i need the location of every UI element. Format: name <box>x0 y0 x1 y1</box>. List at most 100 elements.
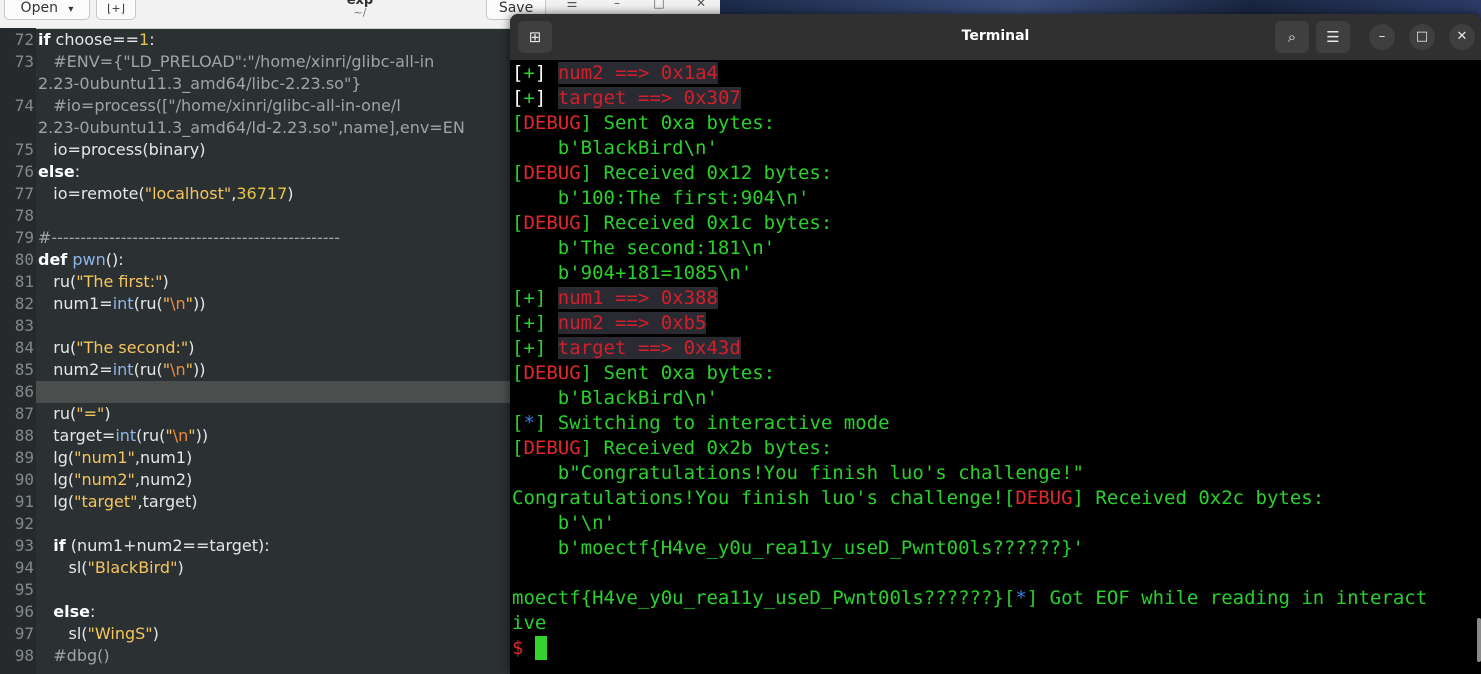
code-line: num1=int(ru("\n")) <box>38 294 206 313</box>
code-line: if (num1+num2==target): <box>53 536 270 555</box>
code-line: lg("target",target) <box>38 492 198 511</box>
editor-subtitle: ~/ <box>353 6 367 19</box>
code-line: #ENV={"LD_PRELOAD":"/home/xinri/glibc-al… <box>53 52 435 71</box>
line-number: 82 <box>14 294 34 313</box>
close-button[interactable]: ✕ <box>1449 24 1475 50</box>
terminal-line: b'moectf{H4ve_y0u_rea11y_useD_Pwnt00ls??… <box>512 537 1084 559</box>
line-number: 81 <box>14 272 34 291</box>
terminal-line: b'BlackBird\n' <box>512 137 718 159</box>
code-line: 2.23-0ubuntu11.3_amd64/ld-2.23.so",name]… <box>38 118 465 137</box>
terminal-line: ive <box>512 612 547 634</box>
line-number: 89 <box>14 448 34 467</box>
terminal-line: [DEBUG] Received 0x2b bytes: <box>512 437 833 459</box>
code-line: if choose==1: <box>38 30 155 49</box>
line-number: 94 <box>14 558 34 577</box>
hamburger-menu-icon[interactable]: ☰ <box>560 0 584 12</box>
line-number: 90 <box>14 470 34 489</box>
code-line: sl("WingS") <box>38 624 159 643</box>
code-line: target=int(ru("\n")) <box>38 426 209 445</box>
terminal-line: [+] target ==> 0x307 <box>512 87 741 109</box>
terminal-line: [+] num2 ==> 0x1a4 <box>512 62 718 84</box>
chevron-down-icon: ▾ <box>68 4 74 15</box>
line-number: 87 <box>14 404 34 423</box>
line-number: 96 <box>14 602 34 621</box>
code-line: io=remote("localhost",36717) <box>38 184 294 203</box>
code-line: lg("num2",num2) <box>38 470 193 489</box>
terminal-line: b'\n' <box>512 512 615 534</box>
terminal-line: [+] target ==> 0x43d <box>512 337 741 359</box>
hamburger-menu-icon: ☰ <box>1326 28 1340 46</box>
open-button[interactable]: Open ▾ <box>4 0 90 20</box>
code-line: sl("BlackBird") <box>38 558 184 577</box>
line-number: 86 <box>14 382 34 401</box>
line-number: 91 <box>14 492 34 511</box>
terminal-scrollbar[interactable] <box>1477 618 1481 662</box>
code-line: ru("The first:") <box>38 272 169 291</box>
close-icon[interactable]: ✕ <box>689 0 713 12</box>
line-number: 76 <box>14 162 34 181</box>
terminal-line: [DEBUG] Received 0x1c bytes: <box>512 212 833 234</box>
line-number: 95 <box>14 580 34 599</box>
code-line: else: <box>53 602 96 621</box>
terminal-headerbar: Terminal ⊞ ⌕ ☰ – □ ✕ <box>510 14 1481 60</box>
maximize-button[interactable]: □ <box>1409 24 1435 50</box>
terminal-line: moectf{H4ve_y0u_rea11y_useD_Pwnt00ls????… <box>512 587 1428 609</box>
code-line: io=process(binary) <box>38 140 206 159</box>
menu-button[interactable]: ☰ <box>1316 21 1350 53</box>
line-number: 78 <box>14 206 34 225</box>
terminal-line: [DEBUG] Sent 0xa bytes: <box>512 112 776 134</box>
maximize-icon[interactable]: □ <box>647 0 671 12</box>
terminal-line: [+] num2 ==> 0xb5 <box>512 312 707 334</box>
open-button-label: Open <box>20 0 58 16</box>
terminal-prompt[interactable]: $ <box>512 636 547 660</box>
new-document-icon: ⌊+⌋ <box>107 2 125 15</box>
maximize-icon: □ <box>1415 29 1429 44</box>
code-line: #dbg() <box>53 646 110 665</box>
line-number: 84 <box>14 338 34 357</box>
new-tab-icon: ⊞ <box>528 28 542 46</box>
code-line: def pwn(): <box>38 250 124 269</box>
new-document-button[interactable]: ⌊+⌋ <box>96 0 136 20</box>
line-number: 74 <box>14 96 34 115</box>
code-line: ru("=") <box>38 404 111 423</box>
terminal-line: b'BlackBird\n' <box>512 387 718 409</box>
search-button[interactable]: ⌕ <box>1275 21 1309 53</box>
line-number: 85 <box>14 360 34 379</box>
code-line: num2=int(ru("\n")) <box>38 360 206 379</box>
line-number: 97 <box>14 624 34 643</box>
minimize-icon[interactable]: – <box>605 0 629 12</box>
line-number: 75 <box>14 140 34 159</box>
line-number: 98 <box>14 646 34 665</box>
line-number: 73 <box>14 52 34 71</box>
code-line: 2.23-0ubuntu11.3_amd64/libc-2.23.so"} <box>38 74 362 93</box>
terminal-line: b'100:The first:904\n' <box>512 187 810 209</box>
code-line: #---------------------------------------… <box>38 228 341 247</box>
terminal-line: [+] num1 ==> 0x388 <box>512 287 718 309</box>
terminal-window: Terminal ⊞ ⌕ ☰ – □ ✕ [+] num2 ==> 0x1a4[… <box>510 14 1481 674</box>
terminal-line: b"Congratulations!You finish luo's chall… <box>512 462 1084 484</box>
line-number: 72 <box>14 30 34 49</box>
terminal-line: [DEBUG] Received 0x12 bytes: <box>512 162 833 184</box>
new-tab-button[interactable]: ⊞ <box>518 21 552 53</box>
terminal-line: [*] Switching to interactive mode <box>512 412 890 434</box>
terminal-line: b'904+181=1085\n' <box>512 262 753 284</box>
terminal-line: Congratulations!You finish luo's challen… <box>512 487 1325 509</box>
line-number: 77 <box>14 184 34 203</box>
line-number-gutter: 72 73 74 75 76 77 78 79 80 81 82 83 84 85 86 87 88 89 90 91… <box>0 28 36 674</box>
close-icon: ✕ <box>1456 29 1468 44</box>
terminal-line: [DEBUG] Sent 0xa bytes: <box>512 362 776 384</box>
line-number: 80 <box>14 250 34 269</box>
line-number: 83 <box>14 316 34 335</box>
line-number: 79 <box>14 228 34 247</box>
line-number: 92 <box>14 514 34 533</box>
code-line: lg("num1",num1) <box>38 448 193 467</box>
code-line: #io=process(["/home/xinri/glibc-all-in-o… <box>53 96 401 115</box>
code-line: ru("The second:") <box>38 338 195 357</box>
terminal-output[interactable]: [+] num2 ==> 0x1a4 [+] target ==> 0x307 [D… <box>510 60 1481 674</box>
line-number: 93 <box>14 536 34 555</box>
line-number: 88 <box>14 426 34 445</box>
code-line: else: <box>38 162 81 181</box>
minimize-button[interactable]: – <box>1369 24 1395 50</box>
search-icon: ⌕ <box>1287 28 1297 46</box>
terminal-line: b'The second:181\n' <box>512 237 776 259</box>
